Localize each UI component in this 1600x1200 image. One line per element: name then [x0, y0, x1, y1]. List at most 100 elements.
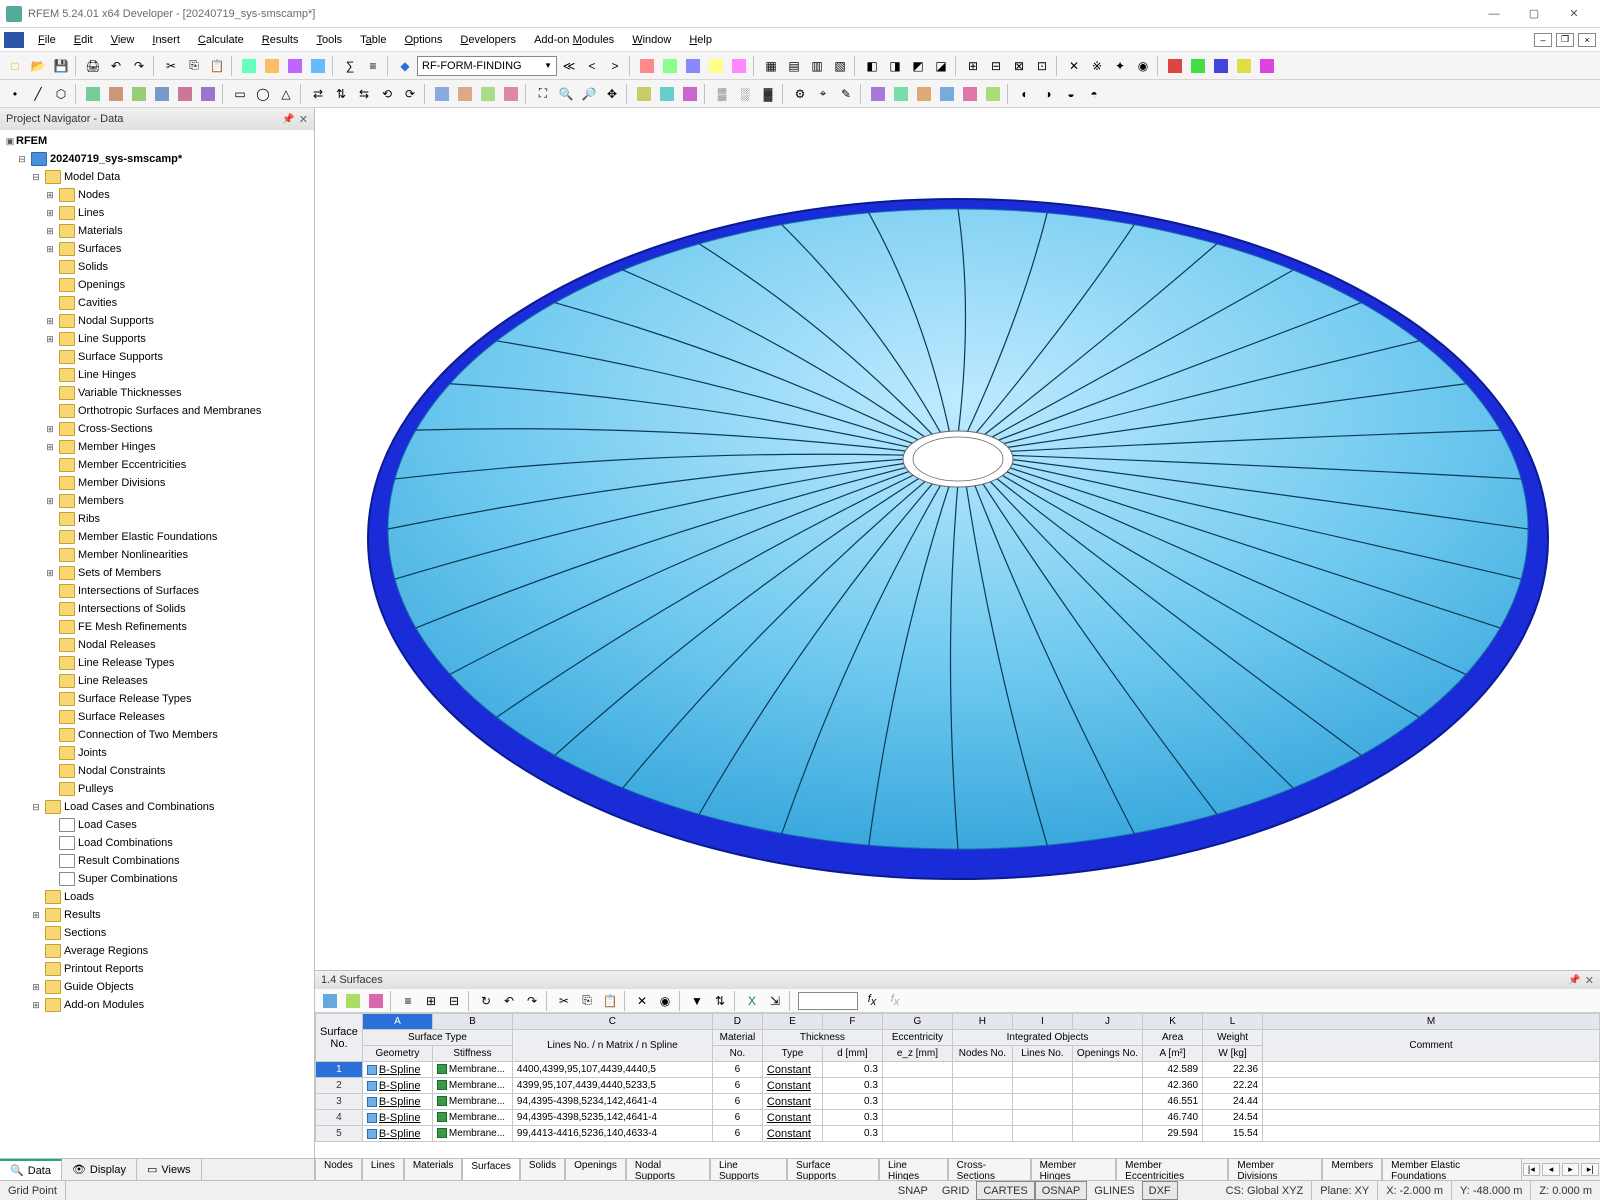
tab-nav-prev-icon[interactable]: ◂: [1542, 1163, 1560, 1176]
tree-item[interactable]: Loads: [2, 888, 312, 906]
misc-f-icon[interactable]: [913, 83, 935, 105]
tree-item[interactable]: Pulleys: [2, 780, 312, 798]
col-letter-b[interactable]: B: [432, 1014, 512, 1030]
tree-item[interactable]: Surface Release Types: [2, 690, 312, 708]
tree-item[interactable]: ⊞Add-on Modules: [2, 996, 312, 1014]
tree-item[interactable]: ⊞Results: [2, 906, 312, 924]
tree-item[interactable]: ⊞Surfaces: [2, 240, 312, 258]
tool-r-icon[interactable]: ✕: [1063, 55, 1085, 77]
tree-project[interactable]: ⊟20240719_sys-smscamp*: [2, 150, 312, 168]
tree-item[interactable]: ⊞Guide Objects: [2, 978, 312, 996]
tree-item[interactable]: FE Mesh Refinements: [2, 618, 312, 636]
bottom-tab[interactable]: Surface Supports: [787, 1158, 879, 1180]
view-3-icon[interactable]: [284, 55, 306, 77]
tree-item[interactable]: Member Nonlinearities: [2, 546, 312, 564]
tree-item[interactable]: Nodal Releases: [2, 636, 312, 654]
tree-item[interactable]: Ribs: [2, 510, 312, 528]
pan-icon[interactable]: ✥: [601, 83, 623, 105]
tree-item[interactable]: Intersections of Surfaces: [2, 582, 312, 600]
bottom-tab[interactable]: Nodes: [315, 1158, 362, 1180]
tree-item[interactable]: ⊞Materials: [2, 222, 312, 240]
menu-insert[interactable]: Insert: [144, 32, 188, 48]
zoom-out-icon[interactable]: 🔎: [578, 83, 600, 105]
disp-c-icon[interactable]: [679, 83, 701, 105]
calc-icon[interactable]: ∑: [339, 55, 361, 77]
tool-t-icon[interactable]: ✦: [1109, 55, 1131, 77]
tt-c-icon[interactable]: [365, 990, 387, 1012]
col-letter-g[interactable]: G: [882, 1014, 952, 1030]
bottom-tab[interactable]: Members: [1322, 1158, 1382, 1180]
menu-edit[interactable]: Edit: [66, 32, 101, 48]
misc-m-icon[interactable]: ◓: [1083, 83, 1105, 105]
tree-item[interactable]: Connection of Two Members: [2, 726, 312, 744]
bottom-tab[interactable]: Lines: [362, 1158, 404, 1180]
navigator-tree[interactable]: ▣RFEM ⊟20240719_sys-smscamp* ⊟Model Data…: [0, 130, 314, 1158]
tree-item[interactable]: ⊞Members: [2, 492, 312, 510]
tree-item[interactable]: Average Regions: [2, 942, 312, 960]
print-icon[interactable]: 🖨: [82, 55, 104, 77]
tree-item[interactable]: Surface Releases: [2, 708, 312, 726]
bottom-tab[interactable]: Solids: [520, 1158, 565, 1180]
bottom-tab[interactable]: Surfaces: [462, 1158, 519, 1180]
tree-item[interactable]: ⊞Nodes: [2, 186, 312, 204]
mesh-a-icon[interactable]: ▒: [711, 83, 733, 105]
col-surface-no[interactable]: Surface No.: [316, 1014, 363, 1062]
tool-h-icon[interactable]: ▥: [806, 55, 828, 77]
tab-nav-next-icon[interactable]: ▸: [1562, 1163, 1580, 1176]
misc-h-icon[interactable]: [959, 83, 981, 105]
draw-f-icon[interactable]: [197, 83, 219, 105]
tool-z-icon[interactable]: [1256, 55, 1278, 77]
status-toggle-grid[interactable]: GRID: [935, 1181, 977, 1200]
tool-d-icon[interactable]: [705, 55, 727, 77]
bottom-tab[interactable]: Member Hinges: [1031, 1158, 1117, 1180]
op-f-icon[interactable]: [431, 83, 453, 105]
tool-l-icon[interactable]: ◩: [907, 55, 929, 77]
tree-item[interactable]: Printout Reports: [2, 960, 312, 978]
tt-fx2-icon[interactable]: fx: [884, 990, 906, 1012]
misc-e-icon[interactable]: [890, 83, 912, 105]
maximize-button[interactable]: ▢: [1514, 2, 1554, 26]
tree-lcc[interactable]: ⊟Load Cases and Combinations: [2, 798, 312, 816]
col-letter-h[interactable]: H: [952, 1014, 1012, 1030]
nav-tab-data[interactable]: 🔍Data: [0, 1159, 62, 1180]
tree-item[interactable]: ⊞Nodal Supports: [2, 312, 312, 330]
misc-l-icon[interactable]: ◒: [1060, 83, 1082, 105]
tool-u-icon[interactable]: ◉: [1132, 55, 1154, 77]
tree-item[interactable]: ⊞Line Supports: [2, 330, 312, 348]
tree-item[interactable]: Orthotropic Surfaces and Membranes: [2, 402, 312, 420]
pin-icon[interactable]: 📌: [282, 114, 294, 125]
tool-q-icon[interactable]: ⊡: [1031, 55, 1053, 77]
bottom-tab[interactable]: Openings: [565, 1158, 626, 1180]
misc-b-icon[interactable]: ⌖: [812, 83, 834, 105]
tree-item[interactable]: Intersections of Solids: [2, 600, 312, 618]
tool-n-icon[interactable]: ⊞: [962, 55, 984, 77]
tree-item[interactable]: Super Combinations: [2, 870, 312, 888]
tt-export-icon[interactable]: ⇲: [764, 990, 786, 1012]
module-icon[interactable]: ◆: [394, 55, 416, 77]
tree-item[interactable]: Line Releases: [2, 672, 312, 690]
tree-item[interactable]: Joints: [2, 744, 312, 762]
menu-view[interactable]: View: [103, 32, 143, 48]
nav-next-icon[interactable]: >: [604, 55, 626, 77]
bottom-tab[interactable]: Member Elastic Foundations: [1382, 1158, 1521, 1180]
nav-tab-display[interactable]: 👁Display: [62, 1159, 137, 1180]
table-pin-icon[interactable]: 📌: [1568, 975, 1580, 986]
mesh-b-icon[interactable]: ░: [734, 83, 756, 105]
paste-icon[interactable]: 📋: [206, 55, 228, 77]
tt-refresh-icon[interactable]: ↻: [475, 990, 497, 1012]
col-letter-k[interactable]: K: [1143, 1014, 1203, 1030]
tree-item[interactable]: Sections: [2, 924, 312, 942]
op-b-icon[interactable]: ⇅: [330, 83, 352, 105]
tree-item[interactable]: Result Combinations: [2, 852, 312, 870]
tool-e-icon[interactable]: [728, 55, 750, 77]
col-letter-d[interactable]: D: [712, 1014, 762, 1030]
table-row[interactable]: 5 B-Spline Membrane... 99,4413-4416,5236…: [316, 1126, 1600, 1142]
tt-a-icon[interactable]: [319, 990, 341, 1012]
tool-j-icon[interactable]: ◧: [861, 55, 883, 77]
menu-window[interactable]: Window: [624, 32, 679, 48]
col-letter-j[interactable]: J: [1072, 1014, 1142, 1030]
bottom-tab[interactable]: Nodal Supports: [626, 1158, 710, 1180]
tool-b-icon[interactable]: [659, 55, 681, 77]
tree-item[interactable]: Load Combinations: [2, 834, 312, 852]
tt-sort-icon[interactable]: ⇅: [709, 990, 731, 1012]
